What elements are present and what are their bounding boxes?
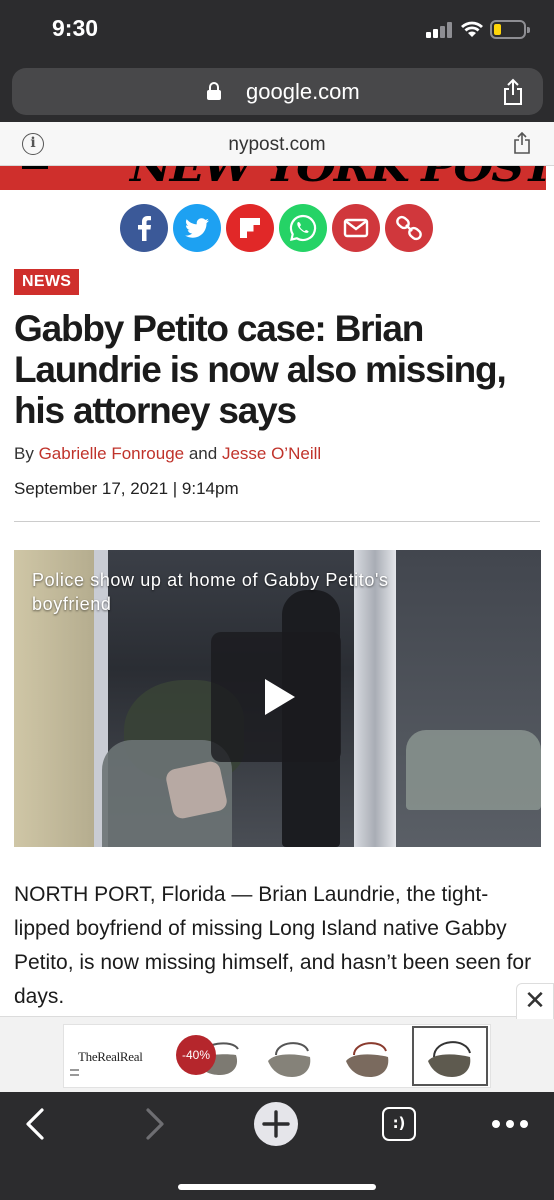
twitter-share-button[interactable] (173, 204, 221, 252)
video-player[interactable]: Police show up at home of Gabby Petito's… (14, 550, 541, 847)
browser-toolbar: :) (0, 1092, 554, 1200)
bag-image (346, 1042, 389, 1077)
plus-icon[interactable] (252, 1100, 300, 1148)
byline-joiner: and (188, 444, 218, 463)
link-icon (385, 204, 433, 252)
home-indicator (178, 1184, 376, 1190)
ad-brand: TheRealReal (78, 1049, 143, 1064)
domain-label: nypost.com (228, 134, 326, 155)
ad-container: ✕ TheRealReal -40% (0, 983, 554, 1092)
menu-icon (70, 1069, 79, 1076)
bag-image (268, 1042, 311, 1077)
chevron-left-icon[interactable] (22, 1102, 48, 1146)
tabs-button[interactable]: :) (382, 1107, 416, 1141)
flipboard-share-button[interactable] (226, 204, 274, 252)
browser-address-bar: google.com (0, 60, 554, 122)
in-app-browser-bar: i nypost.com (0, 122, 554, 166)
masthead[interactable]: NEW YORK POST (0, 166, 554, 190)
site-logo: NEW YORK POST (130, 166, 554, 190)
flipboard-icon (226, 204, 274, 252)
email-icon (332, 204, 380, 252)
video-title: Police show up at home of Gabby Petito's… (32, 570, 389, 614)
divider (14, 521, 540, 522)
facebook-share-button[interactable] (120, 204, 168, 252)
ad-banner[interactable]: TheRealReal -40% (63, 1024, 491, 1088)
play-button[interactable] (211, 632, 341, 762)
url-field[interactable]: google.com (12, 68, 543, 115)
author-link[interactable]: Gabrielle Fonrouge (39, 444, 185, 463)
email-share-button[interactable] (332, 204, 380, 252)
menu-icon[interactable] (22, 166, 48, 169)
play-icon (265, 679, 295, 715)
more-icon[interactable] (490, 1102, 530, 1146)
whatsapp-icon (279, 204, 327, 252)
twitter-icon (173, 204, 221, 252)
facebook-icon (120, 204, 168, 252)
article-paragraph: NORTH PORT, Florida — Brian Laundrie, th… (14, 883, 532, 1008)
byline: By Gabrielle Fonrouge and Jesse O’Neill (14, 444, 321, 464)
close-ad-button[interactable]: ✕ (516, 983, 554, 1019)
section-tag[interactable]: NEWS (14, 269, 80, 295)
status-bar: 9:30 (0, 0, 554, 60)
discount-badge: -40% (176, 1035, 216, 1075)
battery-icon (490, 20, 530, 39)
publish-date: September 17, 2021 | 9:14pm (14, 479, 239, 498)
status-time: 9:30 (52, 15, 99, 41)
byline-prefix: By (14, 444, 34, 463)
bag-image (428, 1041, 471, 1077)
whatsapp-share-button[interactable] (279, 204, 327, 252)
copy-link-share-button[interactable] (385, 204, 433, 252)
share-icon[interactable] (512, 131, 532, 155)
signal-icon (426, 22, 452, 38)
author-link[interactable]: Jesse O’Neill (222, 444, 321, 463)
lock-icon (207, 82, 221, 100)
article-headline: Gabby Petito case: Brian Laundrie is now… (14, 308, 507, 431)
url-text: google.com (246, 79, 360, 104)
chevron-right-icon[interactable] (142, 1102, 168, 1146)
wifi-icon (461, 21, 483, 37)
share-icon[interactable] (501, 78, 525, 106)
